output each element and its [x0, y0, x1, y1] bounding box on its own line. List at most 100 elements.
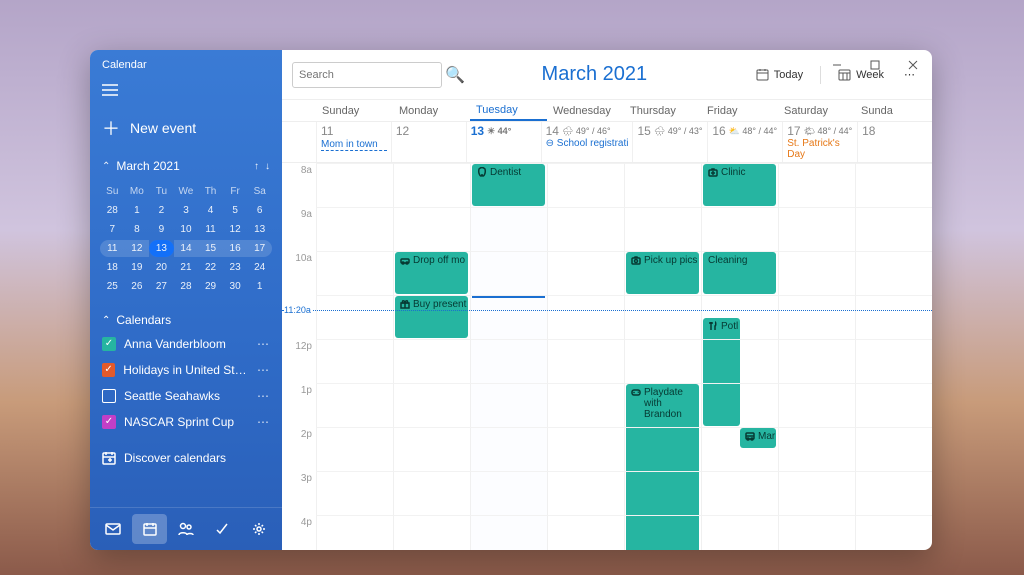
- time-slot[interactable]: [778, 383, 855, 427]
- time-slot[interactable]: [778, 207, 855, 251]
- time-slot[interactable]: [855, 427, 932, 471]
- minical-day[interactable]: 1: [125, 202, 150, 219]
- calendar-item[interactable]: Holidays in United States⋯: [90, 357, 282, 383]
- minical-day[interactable]: 4: [198, 202, 223, 219]
- calendar-more-icon[interactable]: ⋯: [257, 337, 270, 351]
- calendar-checkbox[interactable]: [102, 415, 116, 429]
- people-nav-button[interactable]: [169, 514, 203, 544]
- time-slot[interactable]: [778, 163, 855, 207]
- time-slot[interactable]: [701, 471, 778, 515]
- allday-cell[interactable]: 11Mom in town: [316, 122, 391, 162]
- time-slot[interactable]: [855, 471, 932, 515]
- time-slot[interactable]: [393, 163, 470, 207]
- time-slot[interactable]: [547, 471, 624, 515]
- time-slot[interactable]: [547, 383, 624, 427]
- time-slot[interactable]: [316, 251, 393, 295]
- time-slot[interactable]: [624, 295, 701, 339]
- time-slot[interactable]: [470, 339, 547, 383]
- time-slot[interactable]: Pick up pics: [624, 251, 701, 295]
- time-slot[interactable]: [855, 339, 932, 383]
- minical-day[interactable]: 28: [174, 278, 199, 295]
- allday-cell[interactable]: 14🌧 49° / 46°⊖ School registrati: [541, 122, 633, 162]
- minical-day[interactable]: 19: [125, 259, 150, 276]
- time-slot[interactable]: [547, 251, 624, 295]
- time-slot[interactable]: [547, 339, 624, 383]
- time-slot[interactable]: [624, 163, 701, 207]
- maximize-button[interactable]: [856, 50, 894, 80]
- allday-cell[interactable]: 17🌤 48° / 44°St. Patrick's Day: [782, 122, 857, 162]
- time-slot[interactable]: [701, 339, 778, 383]
- hamburger-button[interactable]: [90, 78, 282, 105]
- minical-day[interactable]: 23: [223, 259, 248, 276]
- time-slot[interactable]: [855, 207, 932, 251]
- time-slot[interactable]: [855, 383, 932, 427]
- minimize-button[interactable]: [818, 50, 856, 80]
- time-slot[interactable]: [701, 383, 778, 427]
- time-slot[interactable]: [547, 427, 624, 471]
- time-slot[interactable]: Clinic: [701, 163, 778, 207]
- time-slot[interactable]: [778, 339, 855, 383]
- time-slot[interactable]: [470, 207, 547, 251]
- time-slot[interactable]: Mar: [701, 427, 778, 471]
- minical-day[interactable]: 17: [247, 240, 272, 257]
- allday-event[interactable]: St. Patrick's Day: [787, 138, 853, 160]
- time-slot[interactable]: [701, 207, 778, 251]
- close-button[interactable]: [894, 50, 932, 80]
- allday-event[interactable]: Mom in town: [321, 139, 387, 151]
- minical-day[interactable]: 7: [100, 221, 125, 238]
- time-slot[interactable]: [855, 251, 932, 295]
- time-slot[interactable]: [316, 471, 393, 515]
- minical-day[interactable]: 3: [174, 202, 199, 219]
- minical-day[interactable]: 13: [149, 240, 174, 257]
- time-slot[interactable]: [470, 251, 547, 295]
- minical-day[interactable]: 15: [198, 240, 223, 257]
- calendar-more-icon[interactable]: ⋯: [257, 389, 270, 403]
- time-slot[interactable]: [624, 471, 701, 515]
- allday-cell[interactable]: 16⛅ 48° / 44°: [707, 122, 782, 162]
- minical-day[interactable]: 20: [149, 259, 174, 276]
- time-slot[interactable]: [778, 471, 855, 515]
- minical-day[interactable]: 14: [174, 240, 199, 257]
- calendar-nav-button[interactable]: [132, 514, 166, 544]
- time-slot[interactable]: [393, 471, 470, 515]
- time-slot[interactable]: [393, 207, 470, 251]
- minical-day[interactable]: 24: [247, 259, 272, 276]
- minical-day[interactable]: 6: [247, 202, 272, 219]
- mail-nav-button[interactable]: [96, 514, 130, 544]
- minical-day[interactable]: 11: [100, 240, 125, 257]
- time-slot[interactable]: [316, 427, 393, 471]
- next-month-icon[interactable]: ↓: [265, 161, 270, 172]
- time-slot[interactable]: Drop off mo: [393, 251, 470, 295]
- time-slot[interactable]: [470, 471, 547, 515]
- time-slot[interactable]: Dentist: [470, 163, 547, 207]
- time-slot[interactable]: [547, 163, 624, 207]
- time-slot[interactable]: [547, 207, 624, 251]
- calendar-checkbox[interactable]: [102, 363, 115, 377]
- time-slot[interactable]: Potl: [701, 295, 778, 339]
- hour-grid[interactable]: 8aDentistClinic9a10aDrop off moPick up p…: [282, 163, 932, 550]
- time-slot[interactable]: [316, 295, 393, 339]
- time-slot[interactable]: [778, 515, 855, 550]
- minical-day[interactable]: 10: [174, 221, 199, 238]
- time-slot[interactable]: Cleaning: [701, 251, 778, 295]
- minical-day[interactable]: 12: [125, 240, 150, 257]
- calendar-event[interactable]: Pick up pics: [626, 252, 699, 294]
- minical-day[interactable]: 22: [198, 259, 223, 276]
- minical-day[interactable]: 18: [100, 259, 125, 276]
- minical-day[interactable]: 5: [223, 202, 248, 219]
- calendar-event[interactable]: Drop off mo: [395, 252, 468, 294]
- time-slot[interactable]: [470, 515, 547, 550]
- allday-cell[interactable]: 12: [391, 122, 466, 162]
- minical-day[interactable]: 13: [247, 221, 272, 238]
- time-slot[interactable]: [855, 163, 932, 207]
- minical-day[interactable]: 25: [100, 278, 125, 295]
- minical-day[interactable]: 11: [198, 221, 223, 238]
- time-slot[interactable]: [778, 295, 855, 339]
- calendar-event[interactable]: Mar: [740, 428, 776, 448]
- time-slot[interactable]: [316, 515, 393, 550]
- time-slot[interactable]: [316, 207, 393, 251]
- minical-day[interactable]: 21: [174, 259, 199, 276]
- allday-cell[interactable]: 18: [857, 122, 932, 162]
- time-slot[interactable]: [470, 427, 547, 471]
- time-slot[interactable]: [393, 515, 470, 550]
